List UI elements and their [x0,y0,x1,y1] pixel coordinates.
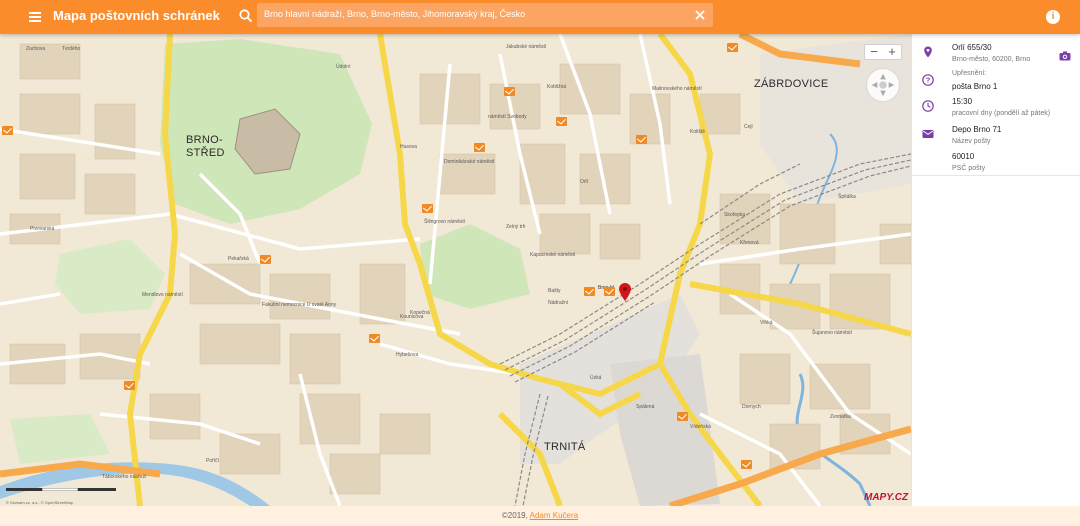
street-label: Úzká [590,375,602,381]
divider [912,175,1080,176]
district-label: BRNO- [186,134,223,146]
postbox-icon[interactable] [474,143,485,152]
address-line1: Orlí 655/30 [952,43,992,52]
street-label: Zelný trh [506,224,526,230]
street-label: Vlhká [760,320,773,326]
street-label: Křenová [740,240,759,246]
street-label: Pivovarská [30,226,55,232]
postbox-icon[interactable] [636,135,647,144]
collection-time: 15:30 [952,97,973,106]
district-label: ZÁBRDOVICE [754,78,829,90]
search-input-value: Brno hlavní nádraží, Brno, Brno-město, J… [264,9,526,19]
street-label: Kopečná [410,310,430,316]
postbox-icon[interactable] [2,126,13,135]
street-label: Jakubské náměstí [506,44,547,50]
menu-icon[interactable] [26,8,46,26]
street-label: Zvonařka [830,414,851,420]
street-label: Nádražní [548,300,569,306]
depot-name: Depo Brno 71 [952,125,1002,134]
street-label: Koliště [690,129,706,135]
street-label: Tvrdého [62,46,81,52]
close-icon[interactable] [693,8,707,22]
street-label: Hybešova [396,352,419,358]
street-label: Cejl [744,124,753,130]
clock-icon [922,100,934,112]
postbox-icon[interactable] [556,117,567,126]
search-input[interactable]: Brno hlavní nádraží, Brno, Brno-město, J… [257,3,713,27]
top-bar: Mapa poštovních schránek Brno hlavní nád… [0,0,1080,34]
mail-icon [922,130,934,138]
district-label: STŘED [186,147,225,159]
postbox-icon[interactable] [369,334,380,343]
street-label: Údolní [336,64,351,70]
postbox-icon[interactable] [422,204,433,213]
street-label: Fakultní nemocnice U svaté Anny [262,302,337,308]
street-label: Skořepka [724,212,746,218]
postbox-icon[interactable] [727,43,738,52]
map-view[interactable]: BRNO- STŘED ZÁBRDOVICE TRNITÁ Zachova Tv… [0,34,911,506]
help-icon: ? [922,74,934,86]
street-label: Bašty [548,288,561,294]
street-label: Kapucínské náměstí [530,252,576,258]
selected-location-pin-icon[interactable] [619,283,631,301]
depot-zip: 60010 [952,152,975,161]
district-label: TRNITÁ [544,441,586,453]
zoom-controls: − + [864,44,902,60]
street-label: Husova [400,144,417,150]
zoom-in-button[interactable]: + [883,45,901,59]
address-line2: Brno-město, 60200, Brno [952,56,1031,63]
postbox-icon[interactable] [741,460,752,469]
camera-icon[interactable] [1059,51,1071,61]
street-label: Kobližná [547,84,567,90]
detail-panel: Orlí 655/30 Brno-město, 60200, Brno ? Up… [911,34,1080,506]
collection-days: pracovní dny (pondělí až pátek) [952,110,1051,117]
street-label: Šilingrovo náměstí [424,219,466,225]
street-label: Táborského nábřeží [102,474,147,480]
location-pin-icon [924,46,932,58]
postbox-icon[interactable] [124,381,135,390]
postbox-icon[interactable] [584,287,595,296]
map-attribution: © Seznam.cz, a.s., © OpenStreetMap [6,500,74,505]
street-label: Mendlovo náměstí [142,292,183,298]
street-label: náměstí Svobody [488,114,527,120]
street-label: Zachova [26,46,46,52]
street-label: Orlí [580,179,589,185]
street-label: Malinovského náměstí [652,86,702,92]
street-label: Šujanovo náměstí [812,330,853,336]
postbox-icon[interactable] [604,287,615,296]
street-label: Dornych [742,404,761,410]
map-canvas [0,34,911,506]
svg-text:?: ? [926,76,931,85]
app-title: Mapa poštovních schránek [53,8,220,23]
specification-label: Upřesnění: [952,70,987,77]
street-label: Poříčí [206,458,220,464]
depot-zip-label: PSČ pošty [952,165,986,172]
street-label: Pekařská [228,256,249,262]
depot-name-label: Název pošty [952,138,991,145]
search-icon[interactable] [238,8,254,24]
map-brand-logo: MAPY.CZ [864,492,909,503]
scale-bar [6,488,116,491]
specification-value: pošta Brno 1 [952,82,998,91]
street-label: Vídeňská [690,424,711,430]
street-label: Spálená [636,404,655,410]
zoom-out-button[interactable]: − [865,45,883,59]
info-icon[interactable]: i [1046,10,1060,24]
footer-copyright: ©2019, [501,511,530,520]
footer: ©2019, Adam Kučera [0,506,1080,526]
postbox-icon[interactable] [677,412,688,421]
postbox-icon[interactable] [260,255,271,264]
author-link[interactable]: Adam Kučera [530,511,578,520]
street-label: Špitálka [838,194,856,200]
street-label: Dominikánské náměstí [444,159,495,165]
postbox-icon[interactable] [504,87,515,96]
compass-icon[interactable] [866,68,900,102]
